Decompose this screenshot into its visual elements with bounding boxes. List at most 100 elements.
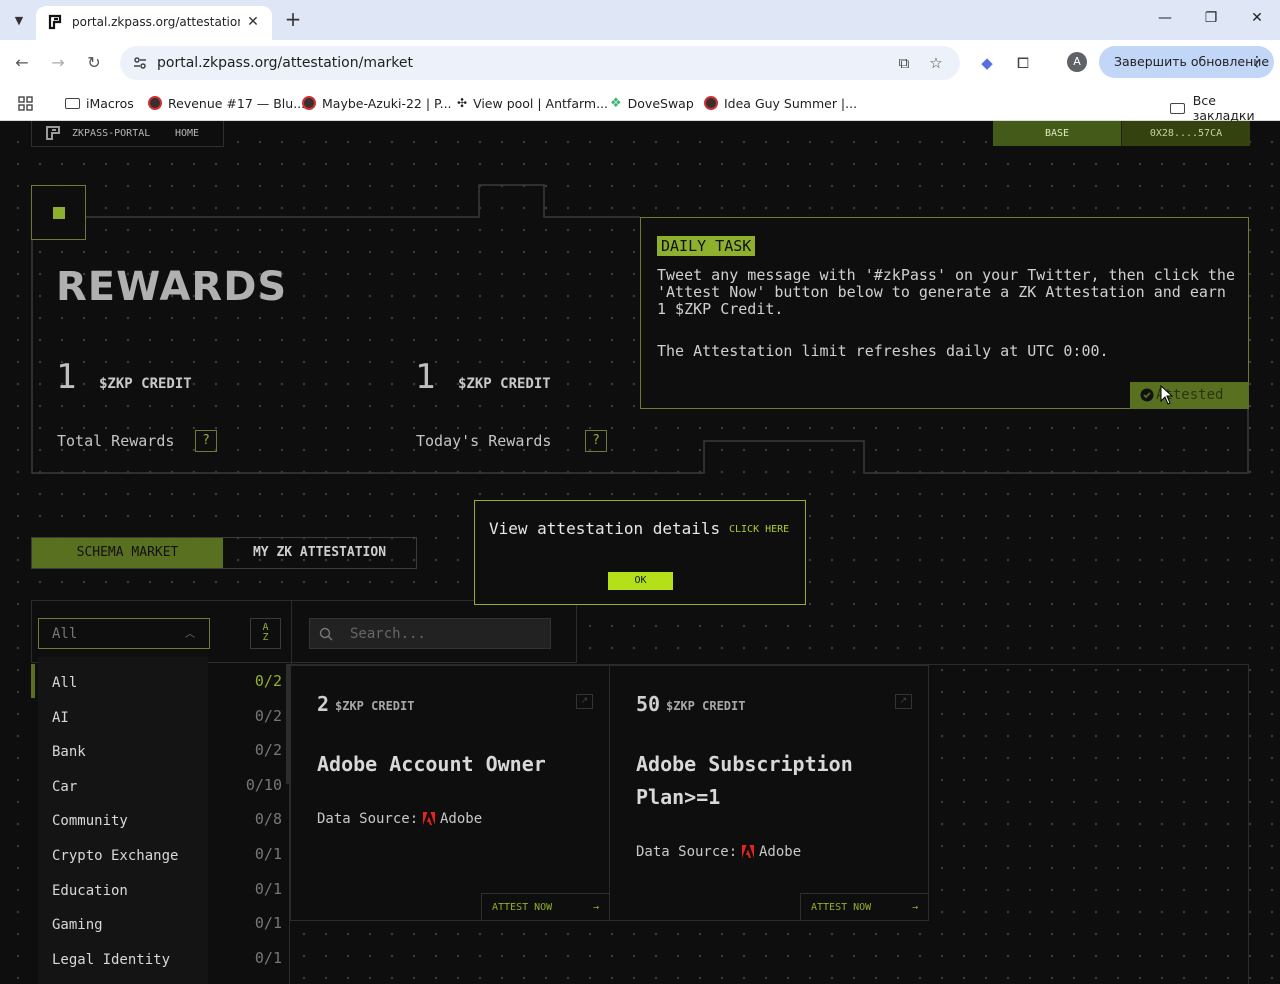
green-square-icon xyxy=(53,207,65,219)
close-tab-icon[interactable]: ✕ xyxy=(244,13,262,31)
bookmark-doveswap[interactable]: ❖ DoveSwap xyxy=(610,93,694,113)
dropdown-option-legal-identity[interactable]: Legal Identity xyxy=(52,952,170,968)
data-source-label: Data Source: xyxy=(636,844,738,860)
folder-icon xyxy=(1170,102,1185,114)
site-info-icon[interactable] xyxy=(132,55,148,71)
attest-now-label: ATTEST NOW xyxy=(811,902,872,913)
tab-title: portal.zkpass.org/attestation/m xyxy=(72,15,240,29)
reload-icon[interactable]: ↻ xyxy=(82,52,106,76)
category-count: 0/10 xyxy=(245,776,282,794)
card-credit-value: 50 xyxy=(636,692,661,716)
category-count: 0/2 xyxy=(254,707,282,725)
close-window-icon[interactable]: ✕ xyxy=(1242,10,1272,26)
translate-icon[interactable]: ⧉ xyxy=(895,54,913,72)
total-rewards-unit: $ZKP CREDIT xyxy=(99,376,192,392)
total-rewards-value: 1 xyxy=(56,357,77,397)
total-rewards-help-icon[interactable]: ? xyxy=(195,430,217,452)
forward-icon[interactable]: → xyxy=(46,52,70,76)
all-bookmarks-label: Все закладки xyxy=(1192,93,1255,123)
extension-icon[interactable]: ◆ xyxy=(976,52,998,74)
search-box[interactable]: Search... xyxy=(309,618,551,649)
active-indicator xyxy=(31,664,35,698)
tab-schema-market[interactable]: SCHEMA MARKET xyxy=(32,538,223,568)
adobe-icon xyxy=(742,845,754,858)
attestation-modal: View attestation details CLICK HERE OK xyxy=(474,500,806,605)
category-select[interactable]: All ︿ xyxy=(38,618,210,649)
address-bar[interactable]: portal.zkpass.org/attestation/market ⧉ ☆ xyxy=(120,46,960,80)
bookmark-idea-guy[interactable]: Idea Guy Summer |... xyxy=(704,93,857,113)
today-rewards-help-icon[interactable]: ? xyxy=(585,430,607,452)
browser-tab-bar: ▼ portal.zkpass.org/attestation/m ✕ + — … xyxy=(0,0,1280,40)
new-tab-button[interactable]: + xyxy=(282,9,304,31)
bookmark-revenue[interactable]: Revenue #17 — Blu... xyxy=(148,93,305,113)
sort-az-icon: AZ xyxy=(262,622,269,643)
site-favicon-icon xyxy=(302,96,316,110)
minimize-icon[interactable]: — xyxy=(1150,10,1180,26)
dropdown-option-gaming[interactable]: Gaming xyxy=(52,917,103,933)
attest-now-button[interactable]: ATTEST NOW → xyxy=(481,893,609,920)
extensions-puzzle-icon[interactable]: ⧠ xyxy=(1012,52,1034,74)
profile-avatar[interactable]: A xyxy=(1067,52,1087,72)
card-credit-unit: $ZKP CREDIT xyxy=(666,699,746,713)
check-circle-icon xyxy=(1140,388,1154,402)
bookmark-label: Revenue #17 — Blu... xyxy=(168,95,306,111)
arrow-right-icon: → xyxy=(911,902,918,913)
dropdown-option-crypto-exchange[interactable]: Crypto Exchange xyxy=(52,848,178,864)
bookmark-imacros[interactable]: iMacros xyxy=(65,93,134,113)
category-count: 0/1 xyxy=(254,845,282,863)
click-here-link[interactable]: CLICK HERE xyxy=(729,524,789,535)
today-rewards-value: 1 xyxy=(415,357,436,397)
category-count: 0/1 xyxy=(254,914,282,932)
all-bookmarks[interactable]: Все закладки xyxy=(1170,93,1280,123)
restore-icon[interactable]: ❐ xyxy=(1196,10,1226,26)
bookmark-label: Idea Guy Summer |... xyxy=(724,95,858,111)
divider xyxy=(291,601,292,664)
daily-task-text: Tweet any message with '#zkPass' on your… xyxy=(657,266,1235,318)
zkpass-favicon xyxy=(48,14,62,30)
bookmark-label: DoveSwap xyxy=(627,95,694,111)
url-text: portal.zkpass.org/attestation/market xyxy=(157,55,414,71)
category-select-value: All xyxy=(52,626,78,642)
category-count: 0/8 xyxy=(254,810,282,828)
adobe-icon xyxy=(423,812,435,825)
apps-grid-icon[interactable] xyxy=(18,93,33,113)
more-menu-icon[interactable]: ⋮ xyxy=(1250,46,1264,78)
external-link-icon[interactable]: ↗ xyxy=(895,694,912,709)
schema-card[interactable]: 50 $ZKP CREDIT ↗ Adobe Subscription Plan… xyxy=(609,665,929,921)
daily-task-panel: DAILY TASK Tweet any message with '#zkPa… xyxy=(640,217,1249,409)
attested-button[interactable]: Attested xyxy=(1130,382,1249,409)
bookmark-label: View pool | Antfarm... xyxy=(473,95,609,111)
browser-toolbar: ← → ↻ portal.zkpass.org/attestation/mark… xyxy=(0,40,1280,86)
total-rewards-label: Total Rewards xyxy=(57,432,175,450)
tab-my-zk-attestation[interactable]: MY ZK ATTESTATION xyxy=(223,538,416,568)
sort-az-button[interactable]: AZ xyxy=(250,618,281,649)
external-link-icon[interactable]: ↗ xyxy=(576,694,593,709)
dropdown-option-ai[interactable]: AI xyxy=(52,710,69,726)
card-title: Adobe Subscription Plan>=1 xyxy=(636,752,853,809)
modal-message: View attestation details xyxy=(489,519,721,538)
dropdown-option-car[interactable]: Car xyxy=(52,779,77,795)
dropdown-option-education[interactable]: Education xyxy=(52,883,128,899)
bookmark-label: iMacros xyxy=(86,95,134,111)
attest-now-button[interactable]: ATTEST NOW → xyxy=(800,893,928,920)
folder-icon xyxy=(65,97,80,109)
search-input[interactable]: Search... xyxy=(350,626,426,642)
rewards-badge xyxy=(31,185,86,240)
bookmarks-bar: iMacros Revenue #17 — Blu... Maybe-Azuki… xyxy=(0,86,1280,123)
category-dropdown: All AI Bank Car Community Crypto Exchang… xyxy=(38,657,208,984)
bookmark-star-icon[interactable]: ☆ xyxy=(927,54,945,72)
dropdown-option-community[interactable]: Community xyxy=(52,813,128,829)
back-icon[interactable]: ← xyxy=(10,52,34,76)
data-source-name: Adobe xyxy=(759,844,802,860)
schema-card[interactable]: 2 $ZKP CREDIT ↗ Adobe Account Owner Data… xyxy=(290,665,610,921)
dropdown-option-bank[interactable]: Bank xyxy=(52,744,86,760)
filter-bar: All ︿ AZ Search... xyxy=(31,600,577,664)
dropdown-option-all[interactable]: All xyxy=(52,675,77,691)
bookmark-antfarm[interactable]: ✣ View pool | Antfarm... xyxy=(457,93,608,113)
bookmark-azuki[interactable]: Maybe-Azuki-22 | P... xyxy=(302,93,452,113)
browser-tab[interactable]: portal.zkpass.org/attestation/m ✕ xyxy=(36,6,272,40)
tab-search-button[interactable]: ▼ xyxy=(8,9,30,31)
update-button[interactable]: Завершить обновление ⋮ xyxy=(1099,46,1274,78)
mouse-cursor-icon xyxy=(1160,385,1174,405)
ok-button[interactable]: OK xyxy=(608,572,673,590)
